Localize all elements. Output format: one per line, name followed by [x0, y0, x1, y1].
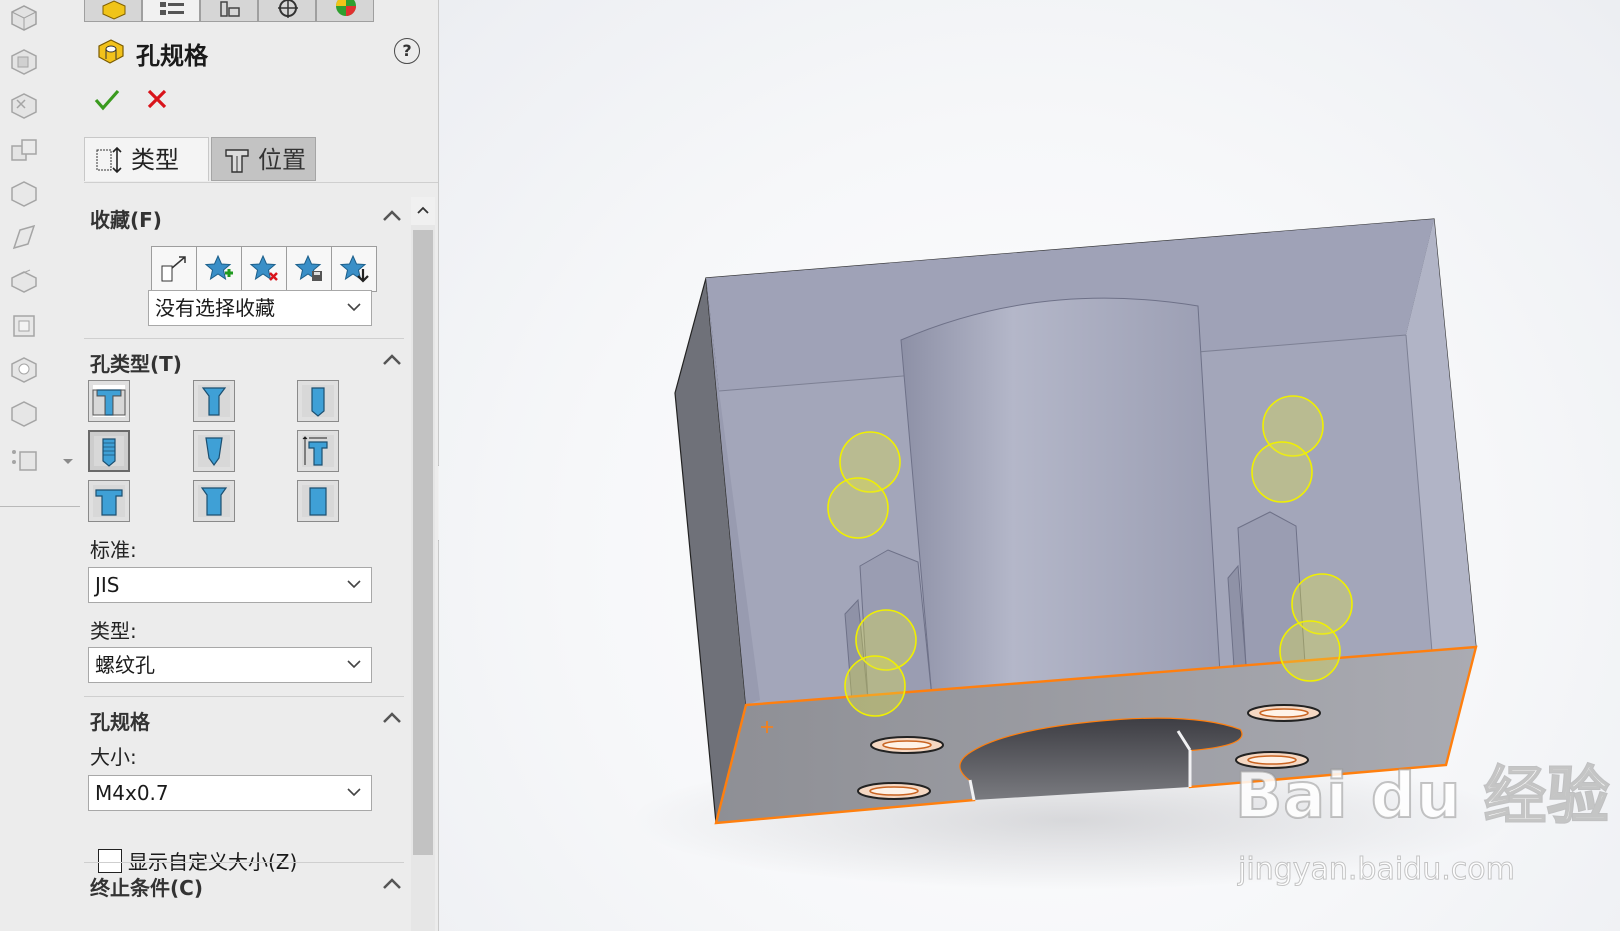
hole-type-icon — [96, 146, 122, 174]
size-label: 大小: — [90, 745, 137, 769]
chevron-up-icon[interactable] — [382, 876, 402, 890]
chevron-up-icon — [417, 206, 429, 214]
type-dropdown[interactable]: 螺纹孔 — [88, 647, 372, 683]
apply-defaults-icon — [161, 256, 186, 282]
crosshair-icon — [278, 0, 298, 18]
hole-spec-section-title[interactable]: 孔规格 — [90, 706, 150, 735]
help-button[interactable]: ? — [394, 38, 420, 64]
delete-favorite-button[interactable] — [241, 246, 287, 292]
fillet-icon[interactable] — [6, 220, 42, 256]
page-title: 孔规格 — [136, 42, 208, 70]
hole-type-section-title[interactable]: 孔类型(T) — [90, 348, 182, 377]
loft-icon[interactable] — [6, 176, 42, 212]
type-label: 类型: — [90, 619, 137, 643]
tapered-tap-button[interactable] — [193, 430, 235, 472]
property-manager-panel: 孔规格 ? 类型 位置 收藏(F) 没有选择收藏 孔类型(T) 标准: JIS … — [80, 0, 439, 931]
hole-position-icon — [225, 149, 249, 173]
chevron-up-icon[interactable] — [382, 352, 402, 366]
strip-divider — [0, 506, 80, 507]
size-dropdown[interactable]: M4x0.7 — [88, 775, 372, 811]
chevron-down-icon — [347, 660, 361, 669]
divider — [84, 182, 438, 183]
star-add-icon — [204, 254, 233, 281]
star-delete-icon — [249, 254, 278, 281]
cut-extrude-icon[interactable] — [6, 88, 42, 124]
hole-wizard-icon — [98, 39, 124, 64]
star-save-icon — [294, 254, 322, 281]
center-cylinder-boss[interactable] — [900, 297, 1222, 699]
legacy-hole-button[interactable] — [297, 430, 339, 472]
scroll-up-button[interactable] — [411, 197, 435, 225]
tapped-hole-icon — [94, 436, 124, 467]
chevron-down-icon — [347, 580, 361, 589]
simple-hole-icon — [302, 385, 334, 417]
divider — [84, 338, 404, 339]
favorites-section-title[interactable]: 收藏(F) — [90, 204, 162, 233]
countersink-icon — [198, 385, 230, 417]
display-manager-icon — [336, 0, 356, 16]
watermark-url: jingyan.baidu.com — [1238, 852, 1516, 888]
tapered-tap-icon — [198, 435, 230, 467]
save-favorite-button[interactable] — [286, 246, 332, 292]
draft-icon[interactable] — [6, 396, 42, 432]
load-favorite-button[interactable] — [331, 246, 377, 292]
chevron-up-icon[interactable] — [382, 710, 402, 724]
extrude-boss-icon[interactable] — [6, 0, 42, 36]
countersink-button[interactable] — [193, 380, 235, 422]
custom-size-label[interactable]: 显示自定义大小(Z) — [128, 846, 297, 875]
watermark-logo: Bai du 经验 — [1234, 758, 1611, 833]
tab-type-label: 类型 — [131, 146, 179, 174]
tab-position[interactable]: 位置 — [211, 137, 316, 181]
cancel-x-icon[interactable] — [146, 88, 168, 110]
counterbore-slot-button[interactable] — [88, 480, 130, 522]
countersink-slot-button[interactable] — [193, 480, 235, 522]
straight-tap-button[interactable] — [88, 430, 130, 472]
counterbore-button[interactable] — [88, 380, 130, 422]
tab-position-label: 位置 — [258, 146, 306, 174]
type-dropdown-value: 螺纹孔 — [95, 653, 155, 677]
counterbore-icon — [92, 385, 126, 417]
add-favorite-button[interactable] — [196, 246, 242, 292]
standard-dropdown[interactable]: JIS — [88, 567, 372, 603]
hole-button[interactable] — [297, 380, 339, 422]
chevron-up-icon[interactable] — [382, 208, 402, 222]
counterbore-slot-icon — [93, 485, 125, 517]
apply-defaults-button[interactable] — [151, 246, 197, 292]
countersink-slot-icon — [198, 485, 230, 517]
tab-feature-manager[interactable] — [84, 0, 142, 22]
ok-checkmark-icon[interactable] — [94, 88, 120, 112]
chevron-down-icon[interactable] — [62, 458, 74, 466]
slot-button[interactable] — [297, 480, 339, 522]
revolve-icon[interactable] — [6, 44, 42, 80]
feature-toolbar-strip — [0, 0, 80, 931]
scrollbar-thumb[interactable] — [413, 230, 433, 855]
star-load-icon — [339, 254, 369, 283]
size-dropdown-value: M4x0.7 — [95, 781, 169, 805]
tab-property-manager[interactable] — [142, 0, 200, 22]
chamfer-icon[interactable] — [6, 264, 42, 300]
custom-size-checkbox[interactable] — [98, 849, 122, 873]
legacy-hole-icon — [302, 435, 334, 467]
slot-icon — [302, 485, 334, 517]
divider — [84, 862, 404, 863]
divider — [84, 696, 404, 697]
tab-dimxpert-manager[interactable] — [258, 0, 316, 22]
shell-icon[interactable] — [6, 308, 42, 344]
reference-geometry-icon[interactable] — [6, 442, 42, 478]
standard-dropdown-value: JIS — [95, 573, 120, 597]
tab-configuration-manager[interactable] — [200, 0, 258, 22]
favorites-dropdown-value: 没有选择收藏 — [155, 296, 275, 320]
cube-icon — [102, 0, 126, 20]
tab-type[interactable]: 类型 — [84, 137, 209, 181]
hole-wizard-icon[interactable] — [6, 352, 42, 388]
standard-label: 标准: — [90, 538, 137, 562]
chevron-down-icon — [347, 303, 361, 312]
end-condition-section-title[interactable]: 终止条件(C) — [90, 872, 203, 901]
tab-display-manager[interactable] — [316, 0, 374, 22]
favorites-dropdown[interactable]: 没有选择收藏 — [148, 290, 372, 326]
sweep-icon[interactable] — [6, 132, 42, 168]
list-icon — [160, 2, 184, 15]
chevron-down-icon — [347, 788, 361, 797]
configuration-icon — [220, 1, 240, 17]
